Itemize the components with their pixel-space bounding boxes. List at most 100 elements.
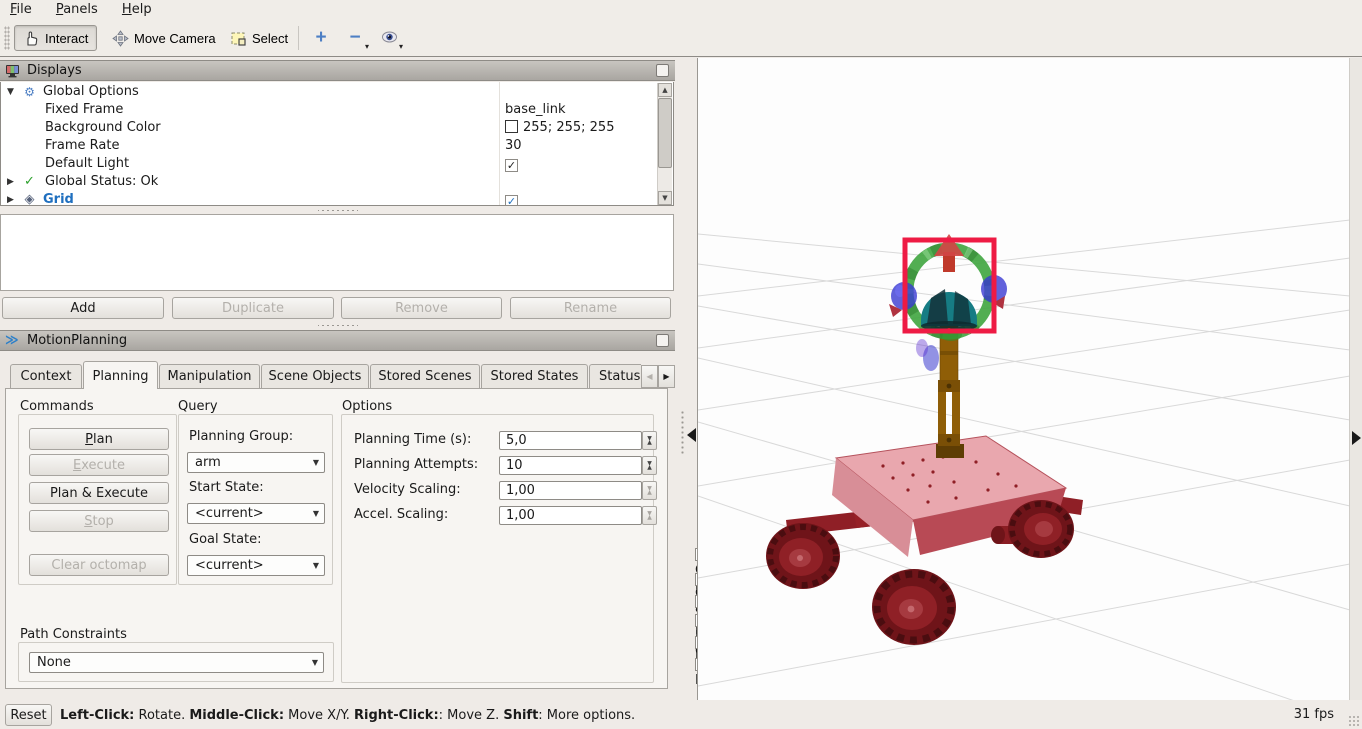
query-groupbox: Planning Group: arm ▼ Start State: <curr… [178, 414, 333, 585]
tree-row-background-color[interactable]: Background Color 255; 255; 255 [1, 119, 656, 137]
tree-label: Global Options [43, 84, 139, 99]
move-camera-tool-button[interactable]: Move Camera [103, 25, 225, 51]
motionplanning-panel-titlebar[interactable]: ≫ MotionPlanning [0, 330, 675, 351]
accel-scaling-input[interactable]: 1,00 ▲ ▼ [499, 506, 657, 525]
splitter-handle[interactable] [318, 323, 358, 328]
reset-button[interactable]: Reset [5, 704, 52, 726]
window-resize-grip[interactable] [1348, 715, 1360, 727]
planning-attempts-input[interactable]: 10 ▲ ▼ [499, 456, 657, 475]
planning-time-value: 5,0 [506, 433, 527, 448]
tab-scroll-left-icon[interactable]: ◀ [641, 365, 658, 388]
clear-octomap-button[interactable]: Clear octomap [29, 554, 169, 576]
grid-enabled-checkbox[interactable]: ✓ [505, 195, 518, 205]
stop-button[interactable]: Stop [29, 510, 169, 532]
rename-display-button[interactable]: Rename [510, 297, 671, 319]
collapsed-right-panel[interactable] [1349, 58, 1362, 729]
tab-context[interactable]: Context [10, 364, 82, 389]
options-heading: Options [342, 399, 393, 414]
add-tool-button[interactable]: + [306, 25, 336, 51]
grid-display-icon: ◈ [24, 192, 35, 206]
interact-tool-button[interactable]: Interact [14, 25, 98, 51]
tree-row-frame-rate[interactable]: Frame Rate 30 [1, 137, 656, 155]
duplicate-display-button[interactable]: Duplicate [172, 297, 334, 319]
remove-display-button[interactable]: Remove [341, 297, 502, 319]
tab-status[interactable]: Status [589, 364, 641, 389]
tab-manipulation[interactable]: Manipulation [159, 364, 260, 389]
spin-down-icon[interactable]: ▼ [643, 430, 656, 447]
plan-button[interactable]: Plan [29, 428, 169, 450]
frame-rate-value[interactable]: 30 [505, 137, 522, 155]
interact-tool-label: Interact [45, 30, 89, 46]
commands-heading: Commands [20, 399, 94, 414]
expander-closed-icon[interactable]: ▶ [7, 191, 19, 205]
menu-panels[interactable]: Panels [46, 0, 108, 20]
motionplanning-tabbar: Context Planning Manipulation Scene Obje… [0, 360, 676, 389]
tree-row-global-options[interactable]: ▼ ⚙ Global Options [1, 83, 656, 101]
plan-and-execute-button[interactable]: Plan & Execute [29, 482, 169, 504]
monitor-icon [5, 64, 21, 78]
tab-scroll-right-icon[interactable]: ▶ [658, 365, 675, 388]
spin-down-icon[interactable]: ▼ [643, 480, 656, 497]
scroll-up-icon[interactable]: ▲ [658, 83, 672, 97]
grid-lines [697, 219, 1351, 721]
chevron-down-icon[interactable]: ▾ [365, 42, 369, 51]
scrollbar-thumb[interactable] [658, 98, 672, 168]
spinner-buttons[interactable]: ▲ ▼ [642, 431, 657, 450]
chevron-down-icon: ▼ [311, 658, 318, 667]
color-swatch[interactable] [505, 120, 518, 133]
spinner-buttons[interactable]: ▲ ▼ [642, 481, 657, 500]
execute-button[interactable]: Execute [29, 454, 169, 476]
tree-row-default-light[interactable]: Default Light ✓ [1, 155, 656, 173]
fixed-frame-value[interactable]: base_link [505, 101, 565, 119]
tree-row-grid[interactable]: ▶ ◈ Grid ✓ [1, 191, 656, 206]
toolbar-drag-handle[interactable] [4, 26, 10, 50]
panel-float-button[interactable] [656, 334, 669, 347]
goal-state-dropdown[interactable]: <current> ▼ [187, 555, 325, 576]
spin-down-icon[interactable]: ▼ [643, 455, 656, 472]
main-splitter[interactable] [676, 58, 697, 700]
add-display-button[interactable]: Add [2, 297, 164, 319]
tree-label: Background Color [45, 120, 161, 135]
collapse-panel-right-icon[interactable] [1352, 431, 1361, 445]
minus-icon: − [349, 27, 361, 48]
select-tool-button[interactable]: Select [221, 25, 297, 51]
goal-state-value: <current> [195, 558, 264, 573]
panel-float-button[interactable] [656, 64, 669, 77]
spinner-buttons[interactable]: ▲ ▼ [642, 506, 657, 525]
visibility-tool-button[interactable]: ▾ [374, 25, 404, 51]
scroll-down-icon[interactable]: ▼ [658, 191, 672, 205]
menu-help[interactable]: Help [112, 0, 162, 20]
collapse-panel-left-icon[interactable] [687, 428, 696, 442]
tab-stored-scenes[interactable]: Stored Scenes [370, 364, 480, 389]
default-light-checkbox[interactable]: ✓ [505, 159, 518, 172]
chevron-down-icon[interactable]: ▾ [399, 42, 403, 51]
tab-stored-states[interactable]: Stored States [481, 364, 588, 389]
velocity-scaling-label: Velocity Scaling: [354, 482, 461, 497]
tree-row-global-status[interactable]: ▶ ✓ Global Status: Ok [1, 173, 656, 191]
planning-time-input[interactable]: 5,0 ▲ ▼ [499, 431, 657, 450]
render-viewport-3d[interactable] [697, 58, 1351, 721]
displays-tree[interactable]: ▼ ⚙ Global Options Fixed Frame base_link… [0, 82, 674, 206]
expander-closed-icon[interactable]: ▶ [7, 173, 19, 191]
tree-scrollbar[interactable]: ▲ ▼ [657, 83, 672, 205]
menu-file[interactable]: File [0, 0, 42, 20]
fps-counter: 31 fps [1293, 707, 1334, 722]
background-color-value[interactable]: 255; 255; 255 [505, 119, 614, 137]
expander-open-icon[interactable]: ▼ [7, 83, 19, 101]
spin-down-icon[interactable]: ▼ [643, 505, 656, 522]
splitter-handle[interactable] [318, 208, 358, 213]
tree-row-fixed-frame[interactable]: Fixed Frame base_link [1, 101, 656, 119]
planning-group-dropdown[interactable]: arm ▼ [187, 452, 325, 473]
spinner-buttons[interactable]: ▲ ▼ [642, 456, 657, 475]
velocity-scaling-input[interactable]: 1,00 ▲ ▼ [499, 481, 657, 500]
query-heading: Query [178, 399, 218, 414]
displays-panel-titlebar[interactable]: Displays [0, 60, 675, 81]
tab-scene-objects[interactable]: Scene Objects [261, 364, 369, 389]
remove-tool-button[interactable]: − ▾ [340, 25, 370, 51]
motion-arrows-icon: ≫ [5, 332, 19, 348]
chevron-down-icon: ▼ [312, 509, 319, 518]
path-constraints-dropdown[interactable]: None ▼ [29, 652, 324, 673]
tab-planning[interactable]: Planning [83, 361, 158, 389]
wheel-left [766, 523, 840, 589]
start-state-dropdown[interactable]: <current> ▼ [187, 503, 325, 524]
